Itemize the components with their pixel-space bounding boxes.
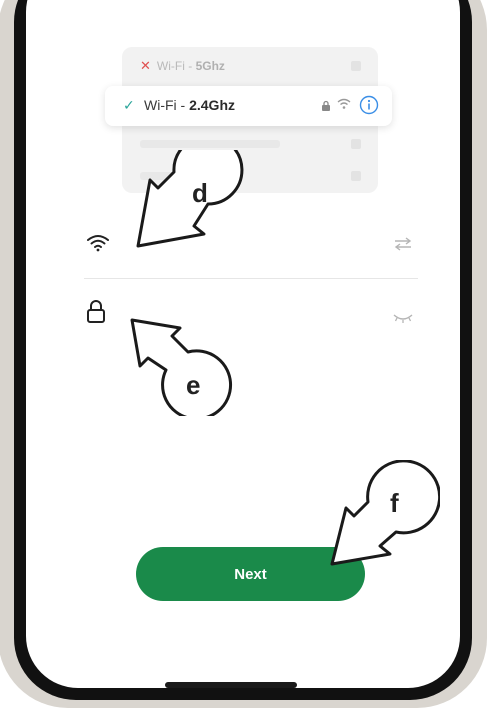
- placeholder-square: [351, 171, 361, 181]
- callout-arrow-f: [330, 460, 440, 566]
- callout-letter-d: d: [192, 178, 208, 208]
- x-icon: ✕: [140, 58, 151, 73]
- wifi-row-24ghz[interactable]: ✓ Wi-Fi - 2.4Ghz: [105, 86, 392, 126]
- field-divider: [84, 278, 418, 279]
- swap-icon[interactable]: [393, 237, 413, 251]
- check-icon: ✓: [123, 97, 135, 113]
- callout-arrow-e: [130, 318, 233, 416]
- wifi-24g-band: 2.4Ghz: [189, 97, 235, 113]
- wifi-signal-icon: [337, 98, 351, 109]
- wifi-5g-prefix: Wi-Fi -: [156, 59, 196, 73]
- callout-arrow-d: [136, 150, 244, 248]
- wifi-icon: [87, 235, 109, 252]
- lock-icon: [322, 100, 330, 111]
- placeholder-square: [351, 139, 361, 149]
- placeholder-square: [351, 61, 361, 71]
- callout-letter-f: f: [390, 488, 399, 518]
- wifi-row-5ghz: ✕ Wi-Fi - 5Ghz: [140, 58, 225, 74]
- home-indicator: [165, 682, 297, 688]
- info-icon[interactable]: [359, 95, 379, 115]
- placeholder-bar: [140, 140, 280, 148]
- callout-letter-e: e: [186, 370, 201, 400]
- lock-icon: [87, 300, 105, 323]
- wifi-5g-band: 5Ghz: [195, 59, 225, 73]
- hide-password-icon[interactable]: [392, 312, 414, 324]
- wifi-24g-prefix: Wi-Fi -: [144, 97, 190, 113]
